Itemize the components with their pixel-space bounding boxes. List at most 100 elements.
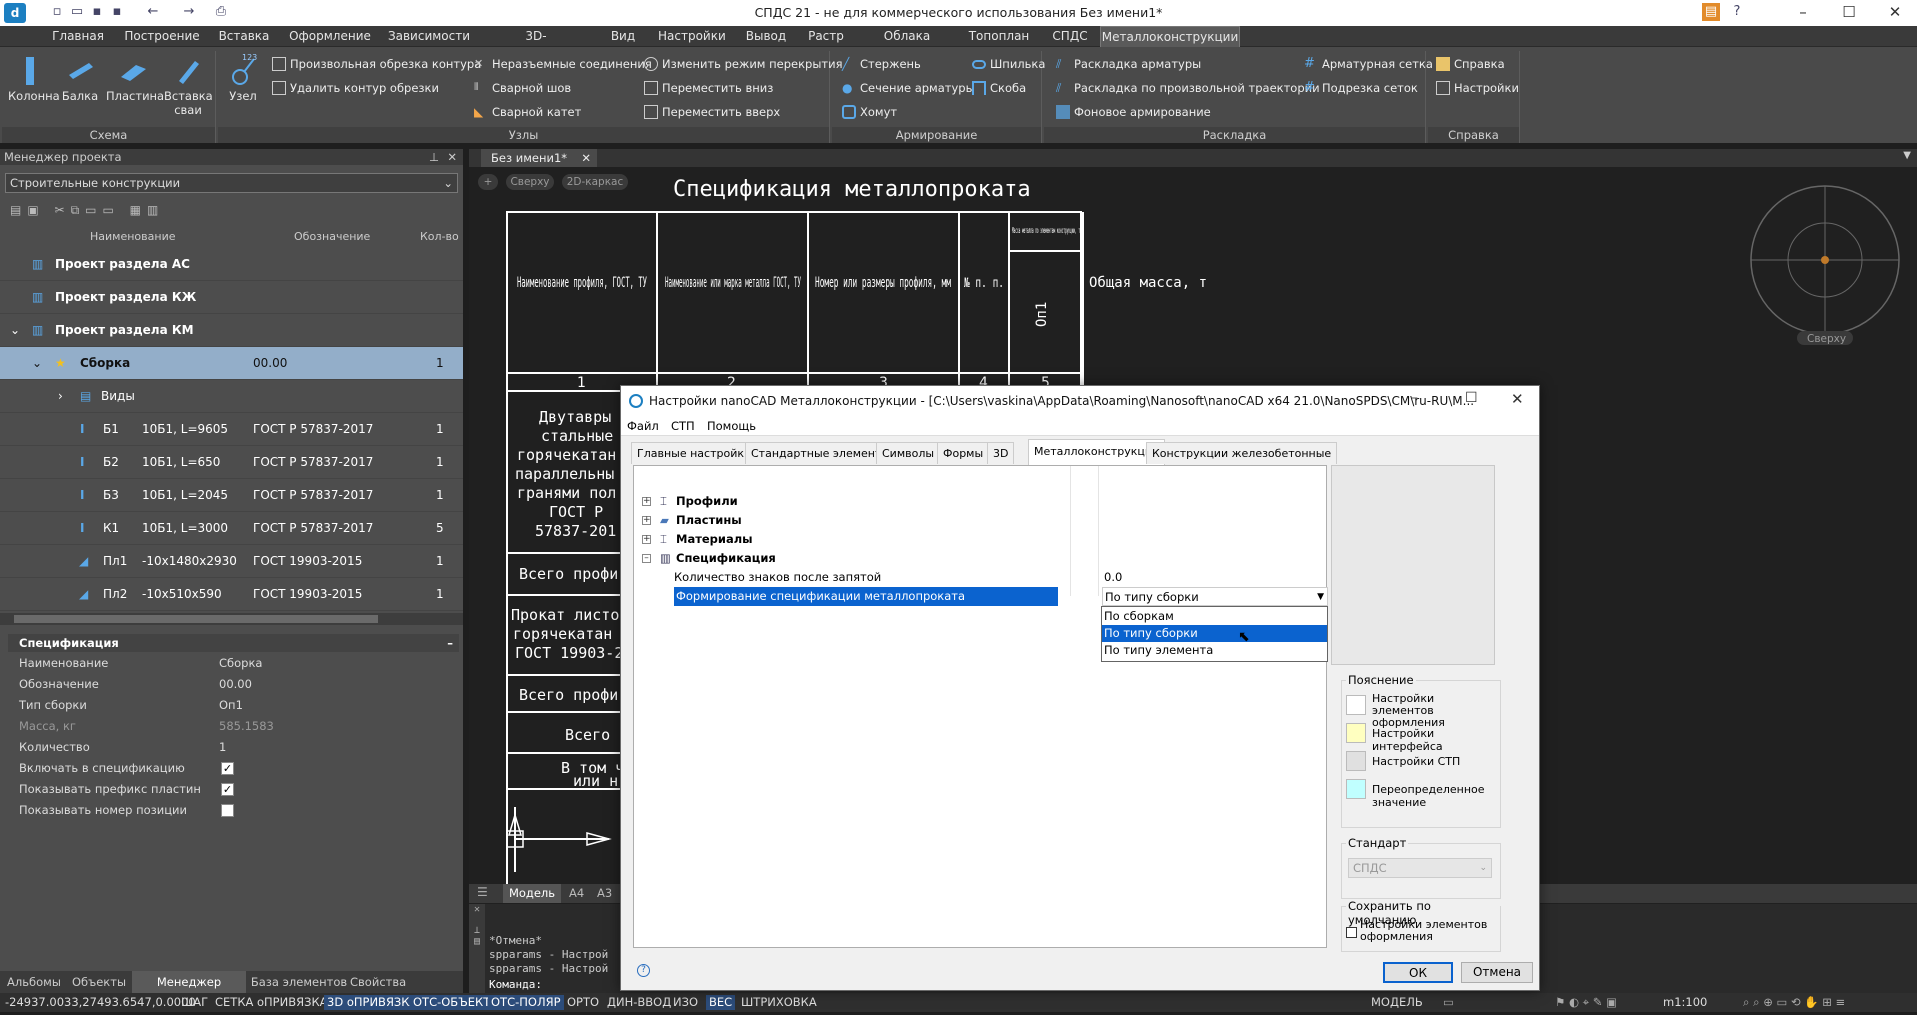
scrollbar-thumb[interactable] — [14, 615, 378, 623]
toggle-step[interactable]: ШАГ — [178, 995, 211, 1010]
column-button[interactable]: Колонна — [8, 55, 60, 103]
cancel-button[interactable]: Отмена — [1461, 962, 1533, 983]
col-code[interactable]: Обозначение — [294, 230, 370, 243]
toolbar-icon-a[interactable]: ▤▣ — [10, 203, 45, 217]
tab-symbols[interactable]: Символы — [876, 442, 941, 464]
tab-view[interactable]: Вид — [608, 26, 638, 47]
clamp-button[interactable]: Хомут — [842, 103, 897, 121]
toggle-grid[interactable]: СЕТКА — [212, 995, 256, 1010]
layout-tab-a4[interactable]: А4 — [569, 884, 584, 903]
rebar-mesh-button[interactable]: # Арматурная сетка — [1304, 55, 1433, 73]
expand-icon[interactable]: ⌄ — [32, 347, 42, 380]
menu-file[interactable]: Файл — [627, 419, 659, 433]
app-menu-icon[interactable]: ▤ — [1702, 3, 1720, 21]
doc-tab[interactable]: Без имени1* ✕ — [481, 149, 597, 167]
weld-leg-button[interactable]: ◣ Сварной катет — [474, 103, 581, 121]
tab-standard-elements[interactable]: Стандартные элементы — [745, 442, 897, 464]
bracket-button[interactable]: Скоба — [972, 79, 1026, 97]
free-contour-cut-button[interactable]: Произвольная обрезка контура — [272, 55, 481, 73]
move-down-button[interactable]: Переместить вниз — [644, 79, 773, 97]
insert-pile-button[interactable]: Вставка сваи — [164, 55, 213, 117]
layout-menu-icon[interactable]: ☰ — [477, 885, 488, 899]
tab-format[interactable]: Оформление — [288, 26, 372, 47]
cmd-menu-icon[interactable]: ▤ — [469, 936, 485, 947]
setting-value[interactable]: 0.0 — [1104, 568, 1122, 587]
pin-icon[interactable]: ⊥ — [429, 149, 439, 165]
tree-node-plates[interactable]: + ▰ Пластины — [642, 511, 1312, 530]
help-button[interactable]: Справка — [1436, 55, 1505, 73]
dropdown-option[interactable]: По типу элемента — [1102, 642, 1327, 659]
toggle-hatch[interactable]: ШТРИХОВКА — [738, 995, 820, 1010]
rebar-section-button[interactable]: ● Сечение арматуры — [842, 79, 975, 97]
col-name[interactable]: Наименование — [90, 230, 175, 243]
setting-decimal-places[interactable]: Количество знаков после запятой 0.0 — [674, 568, 1314, 587]
rod-button[interactable]: ╱ Стержень — [842, 55, 921, 73]
model-indicator[interactable]: МОДЕЛЬ — [1368, 995, 1426, 1010]
save-default-checkbox[interactable] — [1346, 927, 1357, 938]
expand-icon[interactable]: › — [58, 380, 63, 413]
pin-button[interactable]: Шпилька — [972, 55, 1045, 73]
move-up-button[interactable]: Переместить вверх — [644, 103, 780, 121]
tree-row-km[interactable]: ⌄ ▥ Проект раздела КМ — [0, 314, 463, 347]
tab-albums[interactable]: Альбомы — [4, 971, 64, 993]
setting-spec-formation[interactable]: Формирование спецификации металлопроката… — [674, 587, 1328, 606]
spec-formation-combo[interactable]: По типу сборки ▼ — [1102, 587, 1328, 606]
scale-indicator[interactable]: m1:100 — [1660, 995, 1710, 1010]
help-icon[interactable]: ? — [1728, 3, 1746, 21]
tree-row-element[interactable]: ◢ Пл1 -10х1480х2930 ГОСТ 19903-2015 1 — [0, 545, 463, 578]
prop-row[interactable]: Количество 1 — [19, 737, 455, 758]
prop-row[interactable]: Обозначение 00.00 — [19, 674, 455, 695]
beam-button[interactable]: Балка — [60, 55, 100, 103]
horizontal-scrollbar[interactable] — [0, 613, 463, 625]
rebar-layout-button[interactable]: ⫽ Раскладка арматуры — [1056, 55, 1201, 73]
overlap-mode-button[interactable]: Изменить режим перекрытия — [644, 55, 843, 73]
show-plate-prefix-checkbox[interactable]: ✓ — [221, 783, 234, 796]
tab-output[interactable]: Вывод — [744, 26, 788, 47]
close-tab-icon[interactable]: ✕ — [581, 149, 591, 167]
tree-row-assembly[interactable]: ⌄ ★ Сборка 00.00 1 — [0, 347, 463, 380]
tab-main[interactable]: Главная — [48, 26, 108, 47]
tab-point-clouds[interactable]: Облака точек — [864, 26, 950, 64]
tab-build[interactable]: Построение — [122, 26, 202, 47]
weld-seam-button[interactable]: ⦀ Сварной шов — [474, 79, 571, 97]
toggle-iso[interactable]: ИЗО — [670, 995, 701, 1010]
prop-row[interactable]: Наименование Сборка — [19, 653, 455, 674]
view-compass[interactable]: Сверху — [1750, 185, 1900, 345]
include-in-spec-checkbox[interactable]: ✓ — [221, 762, 234, 775]
tree-row-element[interactable]: I Б1 10Б1, L=9605 ГОСТ Р 57837-2017 1 — [0, 413, 463, 446]
prop-row[interactable]: Тип сборки Оп1 — [19, 695, 455, 716]
plate-button[interactable]: Пластина — [106, 55, 164, 103]
toolbar-icon-c[interactable]: ▦▥ — [130, 203, 165, 217]
minimize-button[interactable]: – — [1780, 0, 1826, 26]
tab-insert[interactable]: Вставка — [214, 26, 274, 47]
tree-row-element[interactable]: I Б2 10Б1, L=650 ГОСТ Р 57837-2017 1 — [0, 446, 463, 479]
tab-metal-structures[interactable]: Металлоконструкции — [1028, 439, 1166, 465]
tree-row-kzh[interactable]: ▥ Проект раздела КЖ — [0, 281, 463, 314]
show-position-number-checkbox[interactable] — [221, 804, 234, 817]
tab-3d-tools[interactable]: 3D-инструменты — [484, 26, 588, 64]
tree-row-views[interactable]: › ▤ Виды — [0, 380, 463, 413]
permanent-joints-button[interactable]: ✕ Неразъемные соединения — [474, 55, 652, 73]
tab-constraints[interactable]: Зависимости — [386, 26, 472, 47]
status-icons[interactable]: ▭ — [1440, 995, 1457, 1010]
tab-topoplan[interactable]: Топоплан — [968, 26, 1030, 47]
toggle-osnap[interactable]: оПРИВЯЗКА — [254, 995, 331, 1010]
menu-stp[interactable]: СТП — [671, 419, 695, 433]
tree-row-element[interactable]: ◢ Пл2 -10х510х590 ГОСТ 19903-2015 1 — [0, 578, 463, 611]
prop-row[interactable]: Показывать префикс пластин ✓ — [19, 779, 455, 800]
tree-row-as[interactable]: ▥ Проект раздела АС — [0, 248, 463, 281]
toggle-dyn-input[interactable]: ДИН-ВВОД — [604, 995, 674, 1010]
delete-cut-contour-button[interactable]: Удалить контур обрезки — [272, 79, 439, 97]
close-cmd-icon[interactable]: ✕ — [469, 904, 485, 915]
close-panel-icon[interactable]: ✕ — [447, 149, 457, 165]
toolbar-icon-b[interactable]: ✂⧉▭▭ — [55, 203, 120, 217]
tab-properties[interactable]: Свойства — [350, 971, 406, 993]
expand-icon[interactable]: + — [642, 535, 651, 544]
toggle-3d-osnap[interactable]: 3D оПРИВЯЗКА — [324, 995, 421, 1010]
expand-icon[interactable]: + — [642, 497, 651, 506]
collapse-icon[interactable]: – — [447, 634, 453, 652]
tab-metal-structures[interactable]: Металлоконструкции — [1100, 26, 1240, 47]
status-tool-icons[interactable]: ⚑ ◐ ⌖ ✎ ▣ — [1552, 995, 1620, 1010]
tabs-menu-icon[interactable]: ▼ — [1903, 150, 1911, 161]
node-button[interactable]: Узел — [224, 55, 262, 103]
